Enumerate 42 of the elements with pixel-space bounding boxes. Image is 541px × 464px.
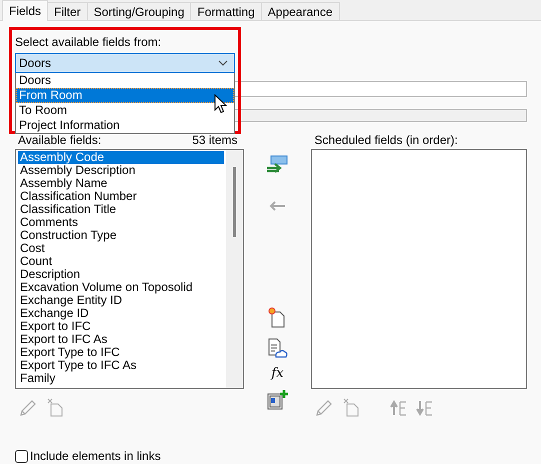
dropdown-option[interactable]: Project Information <box>16 118 234 133</box>
shared-document-icon[interactable] <box>266 337 288 359</box>
list-item[interactable]: Count <box>18 255 224 268</box>
source-dropdown[interactable]: Doors <box>15 53 235 73</box>
list-item[interactable]: Comments <box>18 216 224 229</box>
list-item[interactable]: Assembly Name <box>18 177 224 190</box>
field-label: Select available fields from: <box>15 35 162 50</box>
pointer-cursor-icon <box>214 94 228 114</box>
new-parameter-icon[interactable] <box>267 307 288 329</box>
scrollbar[interactable] <box>226 150 243 388</box>
list-item[interactable]: Exchange Entity ID <box>18 294 224 307</box>
list-item[interactable]: Classification Number <box>18 190 224 203</box>
list-item[interactable]: Description <box>18 268 224 281</box>
tab[interactable]: Appearance <box>260 2 340 20</box>
list-item[interactable]: Exchange ID <box>18 307 224 320</box>
list-label: Scheduled fields (in order): <box>314 133 458 149</box>
dropdown-option[interactable]: To Room <box>16 103 234 118</box>
tab[interactable]: Fields <box>2 0 48 21</box>
formula-icon[interactable]: fx <box>271 367 284 381</box>
list-item[interactable]: Cost <box>18 242 224 255</box>
list-item[interactable]: Export to IFC As <box>18 333 224 346</box>
list-item[interactable]: Export Type to IFC As <box>18 359 224 372</box>
tab[interactable]: Sorting/Grouping <box>86 2 192 20</box>
combine-parameters-icon[interactable] <box>266 389 288 411</box>
chevron-icon <box>218 60 228 66</box>
list-item[interactable]: Construction Type <box>18 229 224 242</box>
left-arrow-icon[interactable] <box>267 199 288 213</box>
dropdown-value: Doors <box>19 56 52 70</box>
list-item[interactable]: Excavation Volume on Toposolid <box>18 281 224 294</box>
list-item[interactable]: Assembly Description <box>18 164 224 177</box>
checkbox[interactable] <box>15 450 28 462</box>
item-count: 53 items <box>192 133 238 149</box>
list-label: Available fields: <box>18 133 102 149</box>
list-item[interactable]: Family <box>18 372 224 385</box>
list-item[interactable]: Classification Title <box>18 203 224 216</box>
tab[interactable]: Formatting <box>190 2 262 20</box>
dropdown-option[interactable]: Doors <box>16 73 234 88</box>
list-item[interactable]: Export Type to IFC <box>18 346 224 359</box>
checkbox-label: Include elements in links <box>30 449 161 463</box>
list-item[interactable]: Assembly Code <box>18 151 224 164</box>
dropdown-option[interactable]: From Room <box>16 88 234 103</box>
list-item[interactable]: Export to IFC <box>18 320 224 333</box>
